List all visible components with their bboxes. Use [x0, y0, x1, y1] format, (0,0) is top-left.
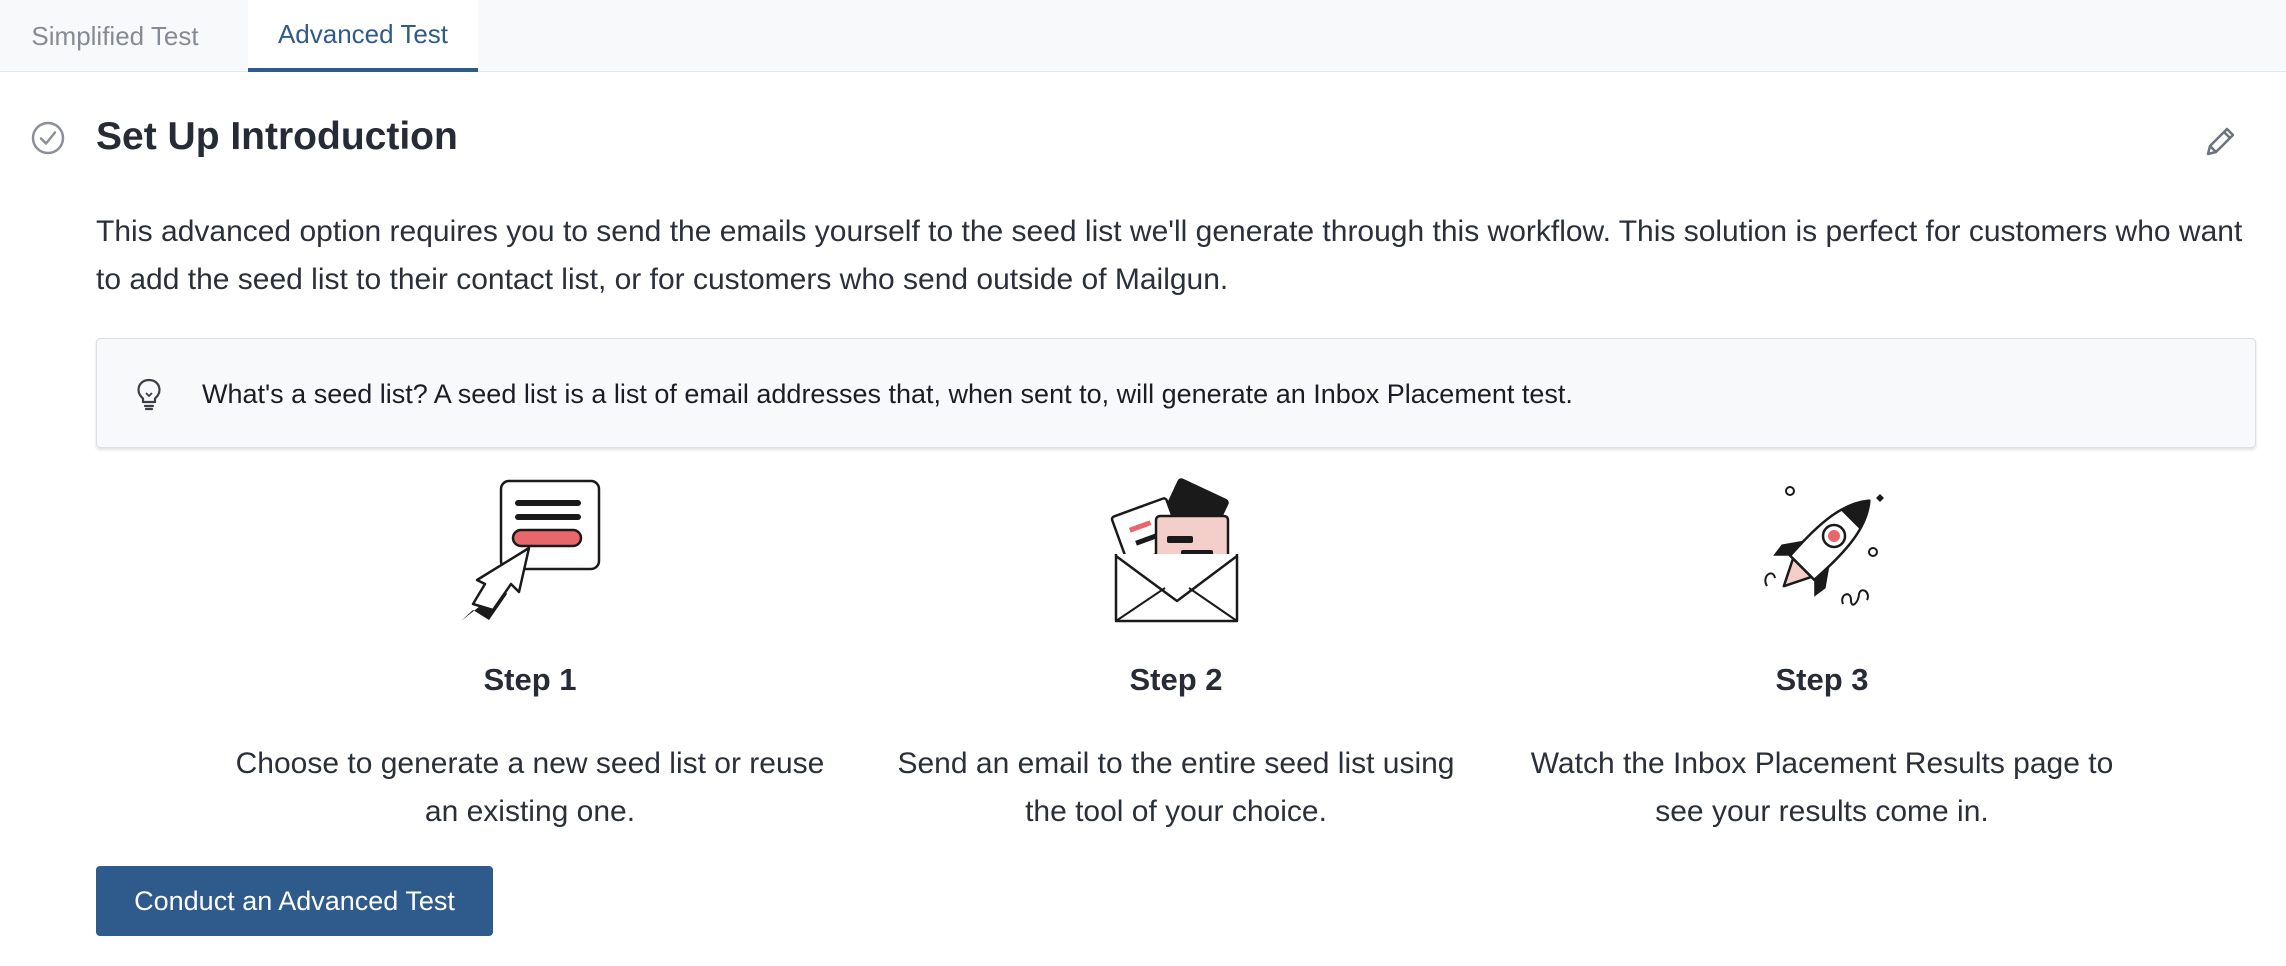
tab-simplified-test[interactable]: Simplified Test	[0, 0, 230, 72]
rocket-icon	[1764, 486, 1884, 606]
lightbulb-icon	[137, 378, 161, 411]
step-2-title: Step 2	[1129, 662, 1223, 697]
step-2: Step 2 Send an email to the entire seed …	[876, 476, 1476, 836]
open-envelope-letters-icon	[1110, 478, 1239, 623]
step-2-description: Send an email to the entire seed list us…	[897, 747, 1455, 828]
step-3-title: Step 3	[1775, 662, 1869, 697]
pencil-icon[interactable]	[2200, 122, 2240, 162]
section-title: Set Up Introduction	[96, 115, 458, 158]
intro-paragraph: This advanced option requires you to sen…	[96, 215, 2243, 296]
tab-bar: Simplified Test Advanced Test	[0, 0, 2286, 72]
tab-advanced-test[interactable]: Advanced Test	[248, 0, 478, 72]
step-1: Step 1 Choose to generate a new seed lis…	[230, 476, 830, 836]
step-3: Step 3 Watch the Inbox Placement Results…	[1522, 476, 2122, 836]
check-circle-icon	[31, 121, 65, 155]
seed-list-callout: What's a seed list? A seed list is a lis…	[96, 338, 2256, 448]
callout-text: What's a seed list? A seed list is a lis…	[202, 379, 1573, 409]
conduct-advanced-test-button[interactable]: Conduct an Advanced Test	[96, 866, 493, 936]
cursor-click-card-icon	[461, 479, 601, 621]
step-1-title: Step 1	[483, 662, 577, 697]
step-3-description: Watch the Inbox Placement Results page t…	[1530, 747, 2114, 828]
step-1-description: Choose to generate a new seed list or re…	[235, 747, 825, 828]
